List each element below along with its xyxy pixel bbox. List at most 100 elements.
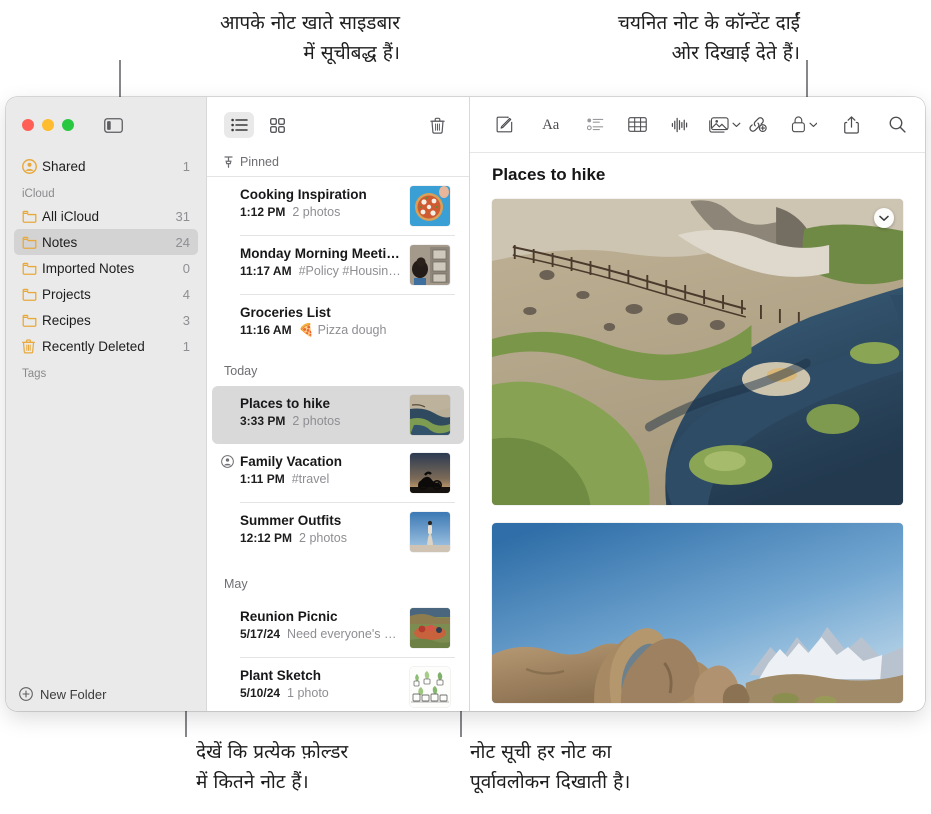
group-header-today: Today [207,348,469,386]
folder-icon [22,210,42,223]
window-controls [6,97,206,153]
sidebar-item-count: 1 [182,158,190,174]
note-item-preview: 🍕 Pizza dough [298,323,387,337]
svg-text:Aa: Aa [542,117,560,133]
audio-button[interactable] [665,111,693,139]
note-item-time: 11:17 AM [240,264,292,278]
group-header-may: May [207,561,469,599]
note-list-item[interactable]: Cooking Inspiration 1:12 PM 2 photos [212,177,464,235]
note-item-title: Monday Morning Meeting [240,246,402,261]
note-item-text: Groceries List 11:16 AM 🍕 Pizza dough [240,304,450,339]
folder-icon [22,262,42,275]
sidebar-item-label: Imported Notes [42,260,135,276]
new-folder-button[interactable]: New Folder [6,677,206,711]
note-item-meta: 5/17/24 Need everyone's u… [240,626,402,643]
group-header-label: Pinned [240,155,279,169]
note-item-time: 3:33 PM [240,414,286,428]
note-item-meta: 5/10/24 1 photo [240,685,402,702]
folder-icon [22,288,42,301]
note-item-meta: 12:12 PM 2 photos [240,530,402,547]
note-item-preview: 2 photos [292,205,341,219]
share-button[interactable] [837,111,865,139]
note-item-meta: 1:12 PM 2 photos [240,204,402,221]
note-item-time: 11:16 AM [240,323,292,337]
note-thumbnail-plants [410,667,450,707]
note-item-preview: #travel [291,472,330,486]
note-list-item[interactable]: Family Vacation 1:11 PM #travel [212,444,464,502]
sidebar-item-count: 24 [175,234,190,250]
sidebar-item-shared[interactable]: Shared 1 [14,153,198,179]
note-item-meta: 11:17 AM #Policy #Housing… [240,263,402,280]
sidebar-item-all-icloud[interactable]: All iCloud 31 [14,203,198,229]
sidebar-section-tags-title: Tags [22,368,47,380]
attachment-chevron-down-icon[interactable] [874,208,894,228]
note-item-text: Family Vacation 1:11 PM #travel [240,453,402,488]
sidebar-item-projects[interactable]: Projects 4 [14,281,198,307]
sidebar-section-icloud-title: iCloud [22,188,55,200]
checklist-button[interactable] [582,111,610,139]
note-item-meta: 11:16 AM 🍕 Pizza dough [240,322,450,339]
note-thumbnail-maps [410,245,450,285]
media-button[interactable] [707,111,743,139]
sidebar-toggle-icon[interactable] [104,117,123,133]
note-item-time: 1:11 PM [240,472,285,486]
close-window-button[interactable] [22,119,34,131]
note-list-item[interactable]: Reunion Picnic 5/17/24 Need everyone's u… [212,599,464,657]
hot-creek-photo[interactable] [492,199,903,505]
note-list-item[interactable]: Groceries List 11:16 AM 🍕 Pizza dough [212,295,464,348]
table-button[interactable] [623,111,651,139]
sidebar-item-label: Notes [42,234,78,250]
plus-circle-icon [19,687,33,701]
note-content-body[interactable]: Places to hike [470,153,925,711]
note-detail-toolbar: Aa [470,97,925,153]
note-list-item[interactable]: Summer Outfits 12:12 PM 2 photos [212,503,464,561]
search-button[interactable] [883,111,911,139]
maximize-window-button[interactable] [62,119,74,131]
note-thumbnail-picnic [410,608,450,648]
sidebar-item-label: Recently Deleted [42,338,145,354]
trash-icon[interactable] [422,112,452,138]
list-view-icon[interactable] [224,112,254,138]
note-list-item[interactable]: Plant Sketch 5/10/24 1 photo [212,658,464,711]
sidebar-item-count: 0 [182,260,190,276]
pin-icon [224,156,233,168]
sidebar-list: Shared 1 iCloud All iCloud 31 Notes 24 I… [6,153,206,677]
note-item-title: Cooking Inspiration [240,187,367,202]
note-thumbnail-outfit [410,512,450,552]
sidebar-item-label: Projects [42,286,91,302]
callout-sidebar-accounts: आपके नोट खाते साइडबार में सूचीबद्ध हैं। [219,12,400,64]
sidebar-item-count: 1 [182,338,190,354]
sidebar-item-recently-deleted[interactable]: Recently Deleted 1 [14,333,198,359]
sidebar-item-notes[interactable]: Notes 24 [14,229,198,255]
note-item-meta: 1:11 PM #travel [240,471,402,488]
note-item-title: Places to hike [240,396,331,411]
note-item-preview: Need everyone's u… [287,627,402,641]
note-thumbnail-pizza [410,186,450,226]
note-list-item-selected[interactable]: Places to hike 3:33 PM 2 photos [212,386,464,444]
note-list-item[interactable]: Monday Morning Meeting 11:17 AM #Policy … [212,236,464,294]
group-header-label: Today [224,364,258,378]
sidebar-item-imported-notes[interactable]: Imported Notes 0 [14,255,198,281]
note-item-meta: 3:33 PM 2 photos [240,413,402,430]
lock-button[interactable] [789,111,820,139]
format-button[interactable]: Aa [540,111,568,139]
mobius-arch-photo[interactable] [492,523,903,703]
note-item-preview: #Policy #Housing… [298,264,402,278]
note-item-time: 12:12 PM [240,531,293,545]
note-item-title: Groceries List [240,305,331,320]
sidebar-item-recipes[interactable]: Recipes 3 [14,307,198,333]
notes-list-toolbar [207,97,469,153]
group-header-pinned: Pinned [207,153,469,177]
gallery-view-icon[interactable] [262,112,292,138]
add-link-button[interactable] [743,111,771,139]
sidebar: Shared 1 iCloud All iCloud 31 Notes 24 I… [6,97,206,711]
compose-note-button[interactable] [490,111,518,139]
note-detail-pane: Aa Places to hike [470,97,925,711]
notes-scroll-area[interactable]: Pinned Cooking Inspiration 1:12 PM 2 pho… [207,153,469,711]
shared-note-icon [221,455,234,468]
folder-icon [22,236,42,249]
minimize-window-button[interactable] [42,119,54,131]
note-item-text: Cooking Inspiration 1:12 PM 2 photos [240,186,402,221]
note-item-text: Summer Outfits 12:12 PM 2 photos [240,512,402,547]
note-thumbnail-bike [410,453,450,493]
